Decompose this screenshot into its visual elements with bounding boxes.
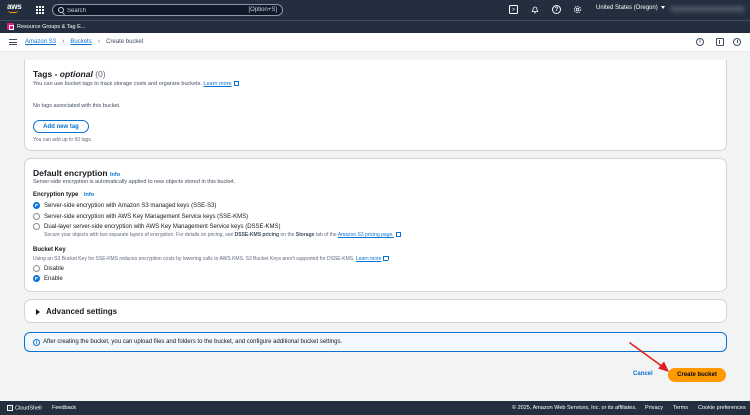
encryption-heading: Default encryption Info — [33, 168, 121, 178]
encryption-type-label: Encryption type Info — [33, 192, 95, 198]
top-navigation: aws [Option+S] > ? United States (Oregon… — [0, 0, 750, 20]
encryption-type-info-link[interactable]: Info — [84, 192, 94, 198]
tags-empty-message: No tags associated with this bucket. — [33, 103, 121, 109]
breadcrumb-buckets[interactable]: Buckets — [70, 39, 91, 45]
footer-privacy[interactable]: Privacy — [645, 405, 663, 411]
external-link-icon — [395, 231, 402, 238]
chevron-right-icon: › — [97, 38, 101, 45]
info-panel-icon[interactable]: i — [696, 38, 704, 46]
encryption-option-sse-kms[interactable]: Server-side encryption with AWS Key Mana… — [33, 213, 248, 220]
encryption-description: Server-side encryption is automatically … — [33, 179, 236, 185]
aws-logo[interactable]: aws — [7, 3, 22, 13]
info-icon: i — [33, 339, 40, 346]
breadcrumb: Amazon S3 › Buckets › Create bucket — [25, 38, 144, 45]
recent-activity-icon[interactable] — [733, 38, 741, 46]
account-menu-redacted[interactable] — [670, 6, 745, 12]
encryption-option-sse-s3[interactable]: Server-side encryption with Amazon S3 ma… — [33, 202, 216, 209]
radio-selected[interactable] — [33, 275, 40, 282]
encryption-option-dsse-kms[interactable]: Dual-layer server-side encryption with A… — [33, 223, 281, 230]
tags-description: You can use bucket tags to track storage… — [33, 80, 240, 87]
footer-cookie-preferences[interactable]: Cookie preferences — [698, 405, 746, 411]
bucket-key-option-enable[interactable]: Enable — [33, 275, 63, 282]
split-panel-icon[interactable] — [716, 38, 724, 46]
caret-right-icon — [36, 308, 40, 315]
hamburger-menu-icon[interactable] — [9, 39, 17, 45]
notifications-bell-icon[interactable] — [530, 5, 539, 14]
favorites-bar: Resource Groups & Tag E... — [0, 20, 750, 33]
radio-unselected[interactable] — [33, 265, 40, 272]
region-selector[interactable]: United States (Oregon) — [596, 5, 665, 11]
default-encryption-container: Default encryption Info Server-side encr… — [24, 158, 727, 292]
advanced-settings-toggle[interactable]: Advanced settings — [36, 307, 117, 316]
external-link-icon — [383, 255, 389, 262]
settings-gear-icon[interactable] — [573, 5, 582, 14]
favorite-resource-groups[interactable]: Resource Groups & Tag E... — [7, 23, 85, 30]
help-icon[interactable]: ? — [552, 5, 561, 14]
alert-message: After creating the bucket, you can uploa… — [43, 339, 343, 345]
annotation-arrow-icon — [629, 342, 669, 372]
advanced-settings-expander[interactable]: Advanced settings — [24, 299, 727, 323]
breadcrumb-current: Create bucket — [106, 39, 144, 45]
tags-container: Tags - optional (0) You can use bucket t… — [24, 60, 727, 151]
bucket-key-label: Bucket Key — [33, 247, 66, 253]
bucket-key-learn-more-link[interactable]: Learn more — [356, 256, 382, 262]
search-shortcut-hint: [Option+S] — [248, 7, 277, 13]
chevron-down-icon — [660, 5, 665, 9]
radio-unselected[interactable] — [33, 213, 40, 220]
bucket-key-option-disable[interactable]: Disable — [33, 265, 64, 272]
add-new-tag-button[interactable]: Add new tag — [33, 120, 89, 133]
cloudshell-icon[interactable]: > — [509, 5, 518, 14]
s3-pricing-link[interactable]: Amazon S3 pricing page. — [338, 232, 394, 238]
search-icon — [58, 7, 64, 13]
search-box[interactable]: [Option+S] — [52, 4, 283, 16]
info-alert: i After creating the bucket, you can upl… — [24, 332, 727, 352]
dsse-kms-description: Secure your objects with two separate la… — [44, 231, 402, 238]
external-link-icon — [233, 80, 240, 87]
footer-terms[interactable]: Terms — [673, 405, 688, 411]
radio-selected[interactable] — [33, 202, 40, 209]
radio-unselected[interactable] — [33, 223, 40, 230]
search-input[interactable] — [67, 6, 247, 15]
footer-feedback[interactable]: Feedback — [52, 405, 76, 411]
chevron-right-icon: › — [62, 38, 65, 45]
tags-learn-more-link[interactable]: Learn more — [203, 81, 231, 87]
footer-copyright: © 2025, Amazon Web Services, Inc. or its… — [512, 405, 637, 411]
tags-heading: Tags - optional (0) — [33, 69, 106, 79]
footer-cloudshell[interactable]: > CloudShell — [7, 405, 42, 411]
breadcrumb-amazon-s3[interactable]: Amazon S3 — [25, 39, 56, 45]
breadcrumb-bar: Amazon S3 › Buckets › Create bucket i — [0, 33, 750, 52]
bucket-key-description: Using an S3 Bucket Key for SSE-KMS reduc… — [33, 255, 389, 262]
services-grid-icon[interactable] — [36, 6, 44, 14]
console-footer: > CloudShell Feedback © 2025, Amazon Web … — [0, 401, 750, 415]
encryption-info-link[interactable]: Info — [110, 172, 120, 178]
cloudshell-icon: > — [7, 405, 13, 411]
resource-groups-icon — [7, 23, 14, 30]
tags-limit-note: You can add up to 50 tags. — [33, 137, 93, 143]
create-bucket-button[interactable]: Create bucket — [668, 368, 726, 382]
